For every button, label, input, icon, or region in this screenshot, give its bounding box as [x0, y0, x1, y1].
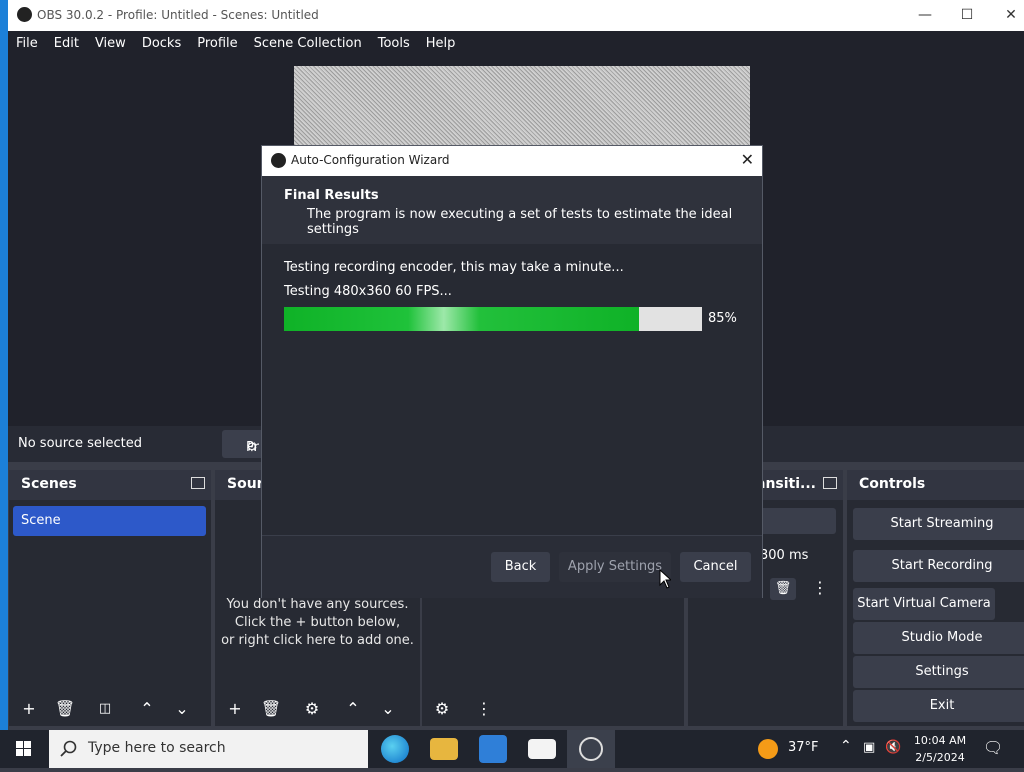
dialog-footer: Back Apply Settings Cancel	[262, 535, 762, 598]
menu-view[interactable]: View	[87, 31, 134, 51]
search-icon	[60, 740, 77, 757]
menubar: File Edit View Docks Profile Scene Collection…	[8, 31, 1024, 56]
transitions-title: ansiti...	[756, 476, 816, 492]
file-explorer-icon[interactable]	[430, 738, 458, 760]
start-recording-button[interactable]: Start Recording	[853, 550, 1024, 582]
apply-settings-button[interactable]: Apply Settings	[559, 552, 671, 582]
undock-icon[interactable]	[191, 477, 205, 489]
source-properties-icon[interactable]: ⚙	[298, 697, 326, 721]
window-titlebar: OBS 30.0.2 - Profile: Untitled - Scenes:…	[8, 0, 1024, 31]
dialog-titlebar: Auto-Configuration Wizard ✕	[262, 146, 762, 176]
back-button[interactable]: Back	[491, 552, 550, 582]
minimize-button[interactable]: —	[910, 4, 940, 26]
dialog-title: Auto-Configuration Wizard	[291, 153, 450, 167]
dialog-subheading: The program is now executing a set of te…	[307, 207, 733, 237]
window-title: OBS 30.0.2 - Profile: Untitled - Scenes:…	[37, 8, 319, 22]
obs-logo-icon	[17, 7, 32, 22]
obs-app-icon	[579, 737, 603, 761]
weather-temp[interactable]: 37°F	[788, 740, 819, 755]
clock-time: 10:04 AM	[913, 734, 967, 747]
progress-label: 85%	[708, 311, 737, 326]
progress-fill	[284, 307, 640, 331]
status-line-2: Testing 480x360 60 FPS...	[284, 284, 452, 299]
scene-list-item[interactable]: Scene	[13, 506, 206, 536]
no-source-label: No source selected	[18, 436, 142, 451]
transition-menu-icon[interactable]: ⋮	[812, 578, 828, 597]
dialog-body: Testing recording encoder, this may take…	[262, 244, 762, 535]
source-down-icon[interactable]: ⌄	[374, 697, 402, 721]
sources-empty-line-3: or right click here to add one.	[221, 633, 414, 648]
desktop-edge	[0, 0, 8, 730]
source-up-icon[interactable]: ⌃	[339, 697, 367, 721]
volume-muted-icon[interactable]: 🔇	[885, 740, 901, 755]
network-icon[interactable]: ▣	[863, 740, 875, 755]
obs-taskbar-button[interactable]	[567, 730, 615, 768]
start-streaming-button[interactable]: Start Streaming	[853, 508, 1024, 540]
taskbar-search[interactable]: Type here to search	[49, 730, 368, 768]
close-window-button[interactable]: ✕	[996, 4, 1024, 26]
menu-docks[interactable]: Docks	[134, 31, 189, 51]
microsoft-store-icon[interactable]	[479, 735, 507, 763]
progress-bar	[284, 307, 702, 331]
status-line-1: Testing recording encoder, this may take…	[284, 260, 624, 275]
controls-dock: Controls Start Streaming Start Recording…	[847, 470, 1024, 726]
add-source-icon[interactable]: +	[221, 697, 249, 721]
weather-icon[interactable]	[758, 739, 778, 759]
exit-button[interactable]: Exit	[853, 690, 1024, 722]
menu-scene-collection[interactable]: Scene Collection	[246, 31, 370, 51]
undock-transitions-icon[interactable]	[823, 477, 837, 489]
windows-logo-icon	[16, 741, 31, 756]
transition-select[interactable]	[758, 508, 836, 534]
studio-mode-button[interactable]: Studio Mode	[853, 622, 1024, 654]
mixer-settings-icon[interactable]: ⚙	[428, 697, 456, 721]
close-dialog-icon[interactable]: ✕	[741, 150, 754, 169]
taskbar-clock[interactable]: 10:04 AM 2/5/2024	[906, 732, 974, 766]
auto-config-dialog: Auto-Configuration Wizard ✕ Final Result…	[262, 146, 762, 598]
tray-chevron-icon[interactable]: ⌃	[840, 738, 852, 754]
mixer-menu-icon[interactable]: ⋮	[470, 697, 498, 721]
dialog-header: Final Results The program is now executi…	[262, 176, 762, 244]
maximize-button[interactable]: ☐	[952, 4, 982, 26]
obs-logo-icon	[271, 153, 286, 168]
edge-browser-icon[interactable]	[381, 735, 409, 763]
scenes-dock: Scenes Scene + 🗑 ◫ ⌃ ⌄	[9, 470, 211, 726]
remove-scene-icon[interactable]: 🗑	[51, 697, 79, 721]
start-virtual-camera-button[interactable]: Start Virtual Camera	[853, 588, 995, 620]
notifications-icon[interactable]: 🗨	[983, 738, 1003, 757]
scene-filter-icon[interactable]: ◫	[91, 697, 119, 721]
mouse-cursor-icon	[659, 569, 671, 589]
add-scene-icon[interactable]: +	[15, 697, 43, 721]
mail-icon[interactable]	[528, 739, 556, 759]
scene-name: Scene	[21, 513, 61, 528]
menu-edit[interactable]: Edit	[46, 31, 87, 51]
menu-tools[interactable]: Tools	[370, 31, 418, 51]
search-placeholder: Type here to search	[88, 740, 226, 756]
remove-transition-icon[interactable]: 🗑	[770, 578, 796, 600]
controls-title: Controls	[859, 476, 926, 492]
menu-profile[interactable]: Profile	[189, 31, 245, 51]
start-button[interactable]	[0, 730, 48, 768]
settings-button[interactable]: Settings	[853, 656, 1024, 688]
scenes-title: Scenes	[21, 476, 77, 492]
sources-empty-line-2: Click the + button below,	[234, 615, 401, 630]
move-up-icon[interactable]: ⌃	[133, 697, 161, 721]
clock-date: 2/5/2024	[915, 751, 965, 764]
properties-label: Pr	[246, 440, 259, 455]
dialog-heading: Final Results	[284, 188, 379, 203]
move-down-icon[interactable]: ⌄	[168, 697, 196, 721]
cancel-button[interactable]: Cancel	[680, 552, 751, 582]
menu-help[interactable]: Help	[418, 31, 464, 51]
remove-source-icon[interactable]: 🗑	[257, 697, 285, 721]
sources-empty-message: You don't have any sources. Click the + …	[215, 596, 420, 650]
menu-file[interactable]: File	[8, 31, 46, 51]
sources-empty-line-1: You don't have any sources.	[226, 597, 409, 612]
transition-duration[interactable]: 300 ms	[760, 548, 808, 563]
